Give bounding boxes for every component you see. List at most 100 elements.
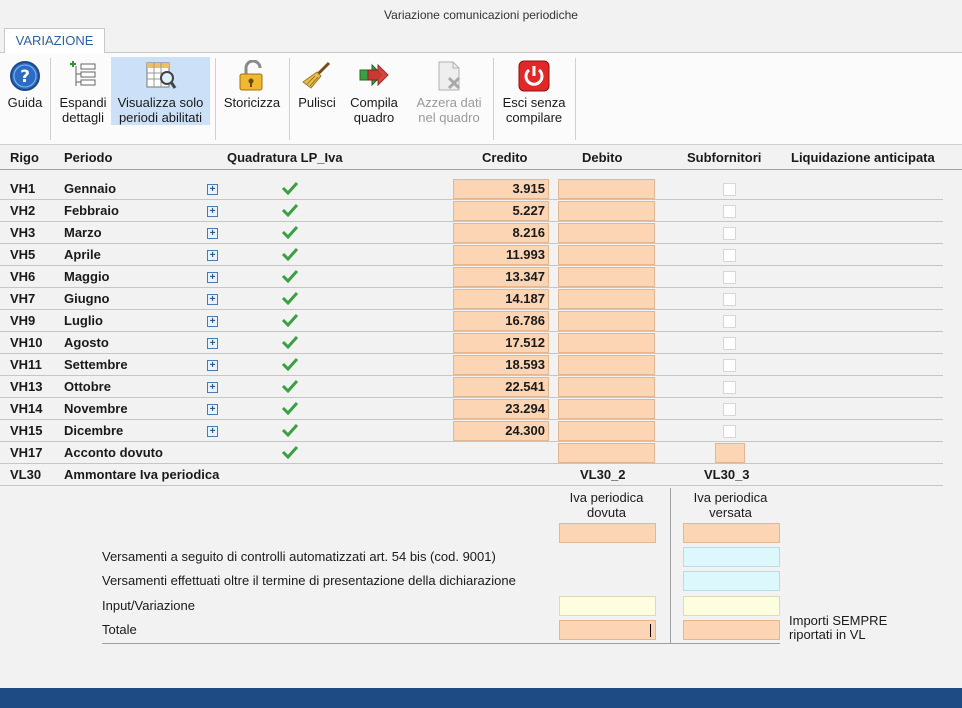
vl30-rigo: VL30	[10, 467, 42, 482]
expand-plus-icon[interactable]: +	[207, 316, 218, 327]
subfornitori-checkbox[interactable]	[723, 425, 736, 438]
compila-quadro-button[interactable]: Compila quadro	[345, 57, 403, 125]
table-row: VH9 Luglio +16.786	[0, 310, 943, 332]
row-rigo: VH2	[10, 203, 36, 218]
debito-field[interactable]	[558, 267, 655, 287]
debito-field[interactable]	[558, 223, 655, 243]
storicizza-label: Storicizza	[223, 95, 281, 110]
guida-button[interactable]: ? Guida	[4, 57, 46, 125]
debito-field[interactable]	[558, 333, 655, 353]
table-row: VH11 Settembre +18.593	[0, 354, 943, 376]
input-variazione-dovuta-field[interactable]	[559, 596, 656, 616]
totale-dovuta-field[interactable]	[559, 620, 656, 640]
credito-field[interactable]: 3.915	[453, 179, 549, 199]
totale-label: Totale	[102, 622, 137, 637]
expand-plus-icon[interactable]: +	[207, 404, 218, 415]
visualizza-periodi-button[interactable]: Visualizza solo periodi abilitati	[111, 57, 210, 125]
tab-strip: VARIAZIONE	[0, 28, 962, 53]
subfornitori-checkbox[interactable]	[723, 183, 736, 196]
pulisci-button[interactable]: Pulisci	[293, 57, 341, 125]
debito-field[interactable]	[558, 201, 655, 221]
debito-field[interactable]	[558, 289, 655, 309]
expand-plus-icon[interactable]: +	[207, 184, 218, 195]
check-icon	[281, 379, 299, 393]
vl30-3-desc-line1: Iva periodica	[693, 490, 768, 505]
subfornitori-field[interactable]	[715, 443, 745, 463]
row-rigo: VH14	[10, 401, 43, 416]
tab-variazione[interactable]: VARIAZIONE	[4, 28, 105, 53]
expand-plus-icon[interactable]: +	[207, 228, 218, 239]
versamenti-controlli-field[interactable]	[683, 547, 780, 567]
credito-field[interactable]: 14.187	[453, 289, 549, 309]
row-rigo: VH13	[10, 379, 43, 394]
credito-field[interactable]: 5.227	[453, 201, 549, 221]
check-icon	[281, 203, 299, 217]
expand-plus-icon[interactable]: +	[207, 426, 218, 437]
separator	[289, 58, 290, 140]
versamenti-oltre-label: Versamenti effettuati oltre il termine d…	[102, 573, 516, 588]
esci-senza-compilare-button[interactable]: Esci senza compilare	[498, 57, 570, 125]
expand-plus-icon[interactable]: +	[207, 382, 218, 393]
debito-field[interactable]	[558, 421, 655, 441]
row-rigo: VH15	[10, 423, 43, 438]
separator	[493, 58, 494, 140]
check-icon	[281, 225, 299, 239]
input-variazione-versata-field[interactable]	[683, 596, 780, 616]
azzera-dati-button[interactable]: Azzera dati nel quadro	[410, 57, 488, 125]
expand-plus-icon[interactable]: +	[207, 360, 218, 371]
debito-field[interactable]	[558, 355, 655, 375]
credito-field[interactable]: 17.512	[453, 333, 549, 353]
row-rigo: VH3	[10, 225, 36, 240]
guida-label: Guida	[7, 95, 43, 110]
espandi-dettagli-button[interactable]: Espandi dettagli	[55, 57, 111, 125]
expand-plus-icon[interactable]: +	[207, 272, 218, 283]
subfornitori-checkbox[interactable]	[723, 315, 736, 328]
row-periodo: Acconto dovuto	[64, 445, 163, 460]
expand-plus-icon[interactable]: +	[207, 294, 218, 305]
subfornitori-checkbox[interactable]	[723, 381, 736, 394]
broom-icon	[302, 61, 331, 89]
credito-field[interactable]: 24.300	[453, 421, 549, 441]
credito-field[interactable]: 22.541	[453, 377, 549, 397]
credito-field[interactable]: 13.347	[453, 267, 549, 287]
expand-plus-icon[interactable]: +	[207, 206, 218, 217]
credito-field[interactable]: 8.216	[453, 223, 549, 243]
input-variazione-label: Input/Variazione	[102, 598, 195, 613]
versamenti-oltre-field[interactable]	[683, 571, 780, 591]
subfornitori-checkbox[interactable]	[723, 359, 736, 372]
subfornitori-checkbox[interactable]	[723, 403, 736, 416]
debito-field[interactable]	[558, 179, 655, 199]
table-row: VH6 Maggio +13.347	[0, 266, 943, 288]
subfornitori-checkbox[interactable]	[723, 227, 736, 240]
unlock-icon	[239, 60, 263, 91]
expand-plus-icon[interactable]: +	[207, 338, 218, 349]
subfornitori-checkbox[interactable]	[723, 249, 736, 262]
column-header-periodo: Periodo	[64, 150, 113, 165]
table-search-icon	[146, 62, 176, 89]
credito-field[interactable]: 16.786	[453, 311, 549, 331]
debito-field[interactable]	[558, 377, 655, 397]
check-icon	[281, 269, 299, 283]
credito-field[interactable]: 23.294	[453, 399, 549, 419]
row-rigo: VH5	[10, 247, 36, 262]
subfornitori-checkbox[interactable]	[723, 293, 736, 306]
vl30-2-field[interactable]	[559, 523, 656, 543]
window-title: Variazione comunicazioni periodiche	[0, 0, 962, 30]
subfornitori-checkbox[interactable]	[723, 271, 736, 284]
help-icon: ?	[10, 61, 40, 91]
subfornitori-checkbox[interactable]	[723, 205, 736, 218]
compila-label-2: quadro	[353, 110, 395, 125]
header-divider	[0, 169, 962, 170]
debito-field[interactable]	[558, 443, 655, 463]
debito-field[interactable]	[558, 311, 655, 331]
storicizza-button[interactable]: Storicizza	[220, 57, 284, 125]
expand-plus-icon[interactable]: +	[207, 250, 218, 261]
vl30-3-field[interactable]	[683, 523, 780, 543]
subfornitori-checkbox[interactable]	[723, 337, 736, 350]
credito-field[interactable]: 11.993	[453, 245, 549, 265]
debito-field[interactable]	[558, 245, 655, 265]
credito-field[interactable]: 18.593	[453, 355, 549, 375]
totale-versata-field[interactable]	[683, 620, 780, 640]
row-periodo: Agosto	[64, 335, 109, 350]
debito-field[interactable]	[558, 399, 655, 419]
